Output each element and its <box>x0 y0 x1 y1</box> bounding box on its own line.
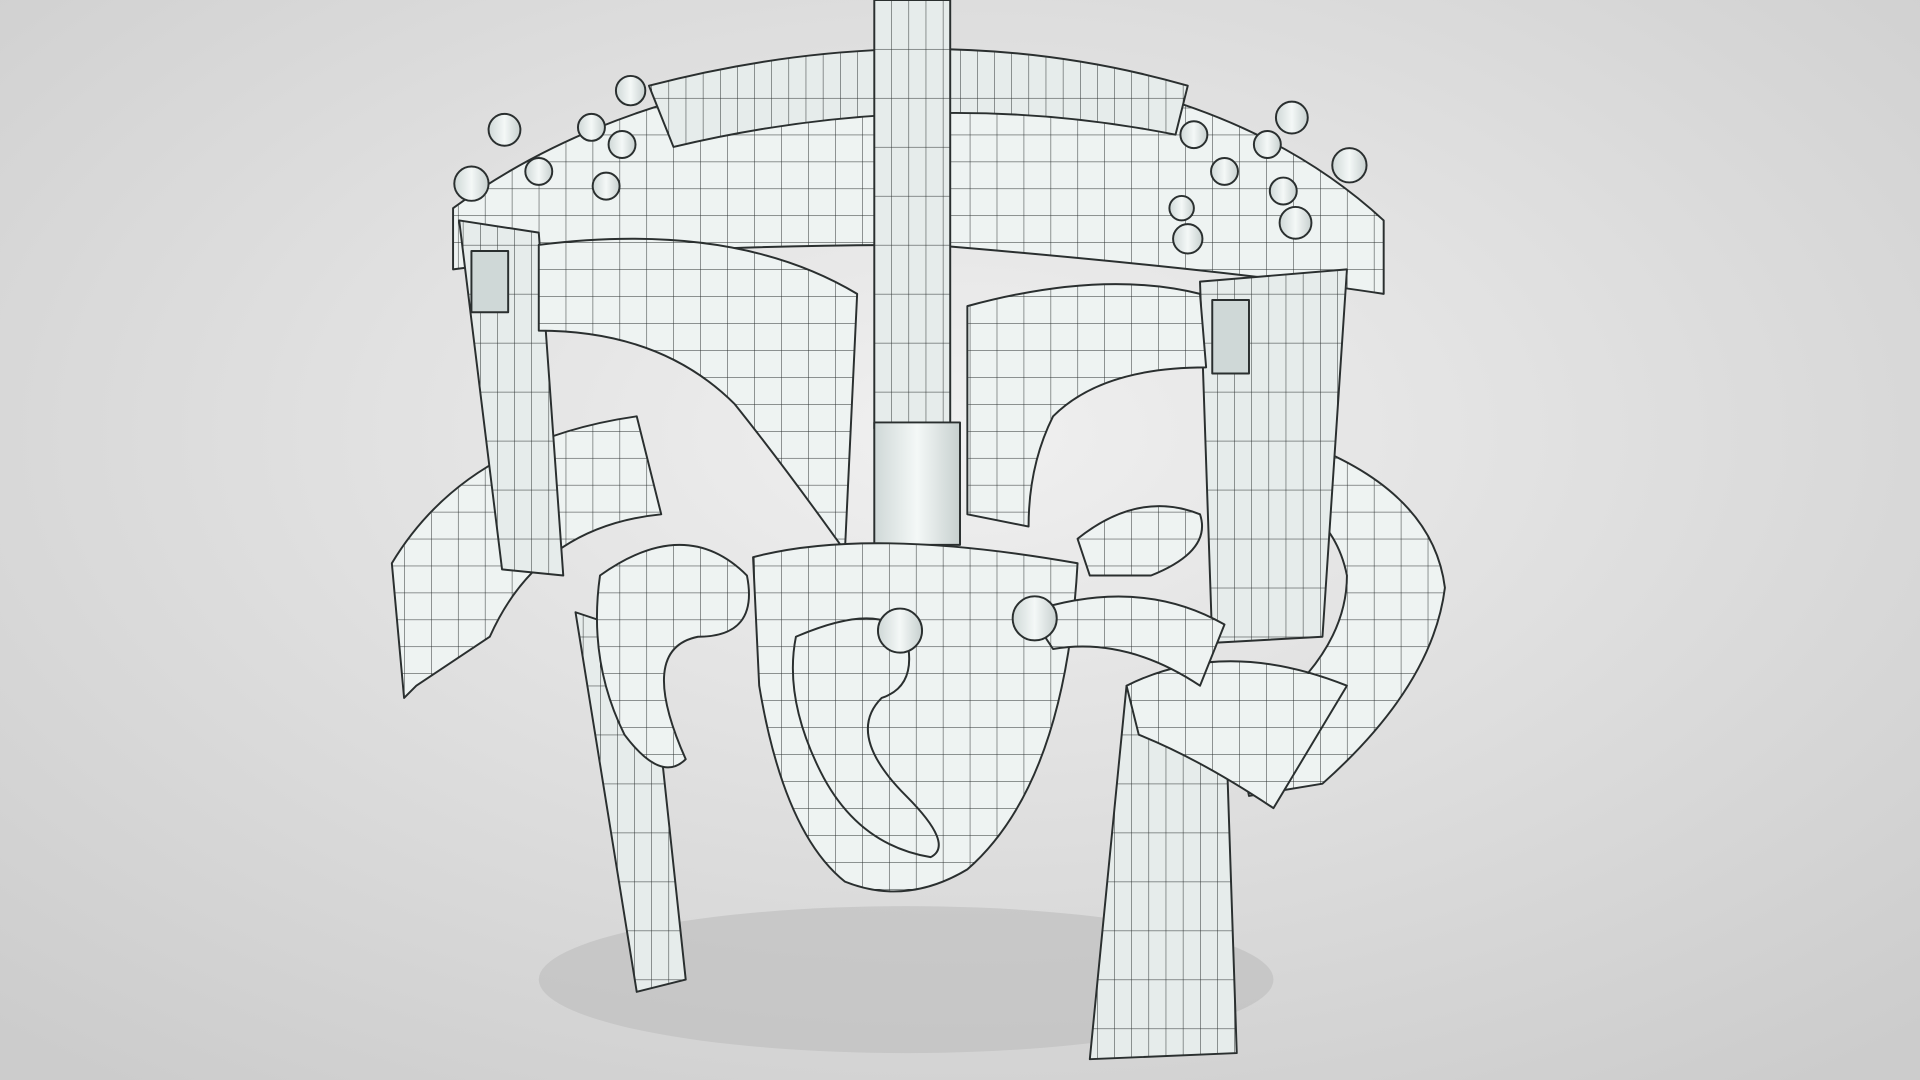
pillar-window-right <box>1211 299 1250 375</box>
shaft-coupling <box>873 421 961 546</box>
pillar-window-left <box>470 250 510 314</box>
blade-pivot-right <box>1011 595 1058 642</box>
main-shaft <box>873 0 952 430</box>
turbine-render <box>0 0 1920 1080</box>
blade-pivot-left <box>876 607 924 654</box>
